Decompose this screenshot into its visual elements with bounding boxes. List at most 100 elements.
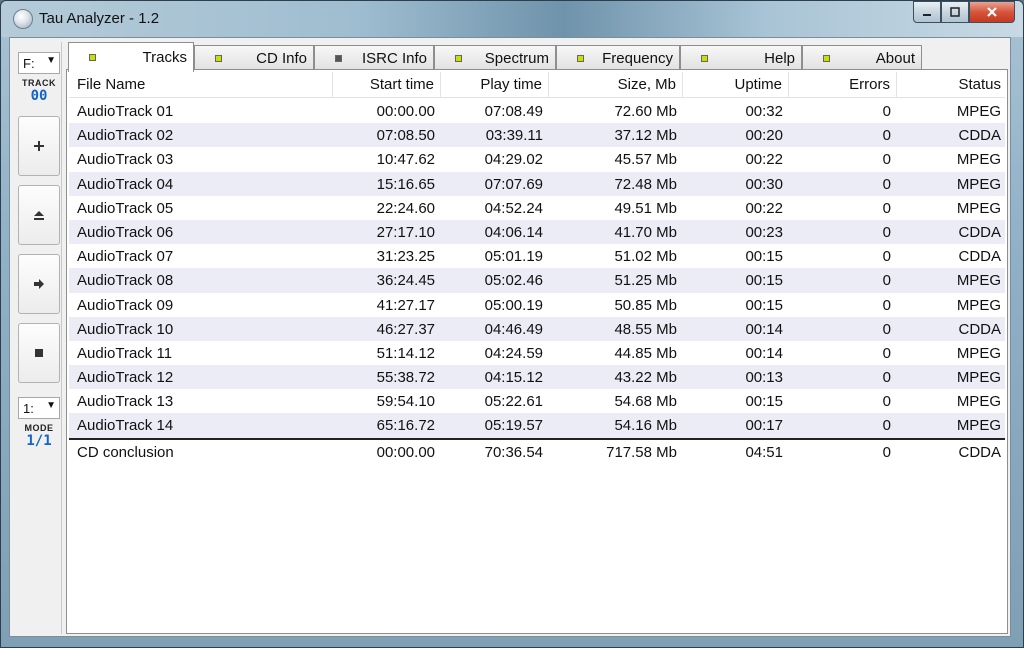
led-icon	[701, 54, 708, 62]
cell-status: MPEG	[956, 393, 1001, 411]
close-button[interactable]	[969, 1, 1015, 23]
table-row[interactable]: AudioTrack 01 00:00.00 07:08.49 72.60 Mb 00:…	[69, 99, 1005, 123]
cell-errors: 0	[882, 175, 891, 193]
chevron-down-icon: ▼	[46, 400, 56, 411]
column-header-uptime[interactable]: Uptime	[683, 72, 789, 98]
tab-label: Spectrum	[484, 49, 549, 67]
cell-file-name: AudioTrack 04	[77, 175, 174, 193]
tab-frequency[interactable]: Frequency	[556, 45, 680, 70]
eject-button[interactable]	[18, 185, 60, 245]
table-row[interactable]: AudioTrack 10 46:27.37 04:46.49 48.55 Mb 00:…	[69, 316, 1005, 341]
cell-errors: 0	[882, 296, 891, 314]
mode-label: MODE	[24, 423, 54, 433]
tab-spectrum[interactable]: Spectrum	[434, 45, 556, 70]
track-label: TRACK	[22, 78, 56, 88]
cell-file-name: AudioTrack 13	[77, 393, 174, 411]
tab-label: ISRC Info	[361, 49, 427, 67]
cell-uptime: 00:15	[745, 296, 783, 314]
led-icon	[335, 54, 342, 62]
tab-isrc-info[interactable]: ISRC Info	[314, 45, 434, 70]
cell-file-name: AudioTrack 11	[77, 344, 173, 362]
table-row[interactable]: AudioTrack 05 22:24.60 04:52.24 49.51 Mb 00:…	[69, 196, 1005, 220]
cell-file-name: AudioTrack 01	[77, 103, 174, 120]
maximize-button[interactable]	[941, 1, 969, 23]
cell-status: MPEG	[956, 296, 1001, 314]
table-row[interactable]: AudioTrack 04 15:16.65 07:07.69 72.48 Mb 00:…	[69, 171, 1005, 196]
stop-icon	[35, 349, 43, 357]
cell-size: 54.16 Mb	[614, 417, 677, 435]
column-header-size[interactable]: Size, Mb	[549, 72, 683, 98]
table-row[interactable]: AudioTrack 14 65:16.72 05:19.57 54.16 Mb 00:…	[69, 413, 1005, 438]
cell-start-time: 65:16.72	[376, 417, 435, 435]
summary-row[interactable]: CD conclusion 00:00.00 70:36.54 717.58 Mb 04…	[69, 437, 1005, 462]
add-button[interactable]	[18, 116, 60, 176]
cell-errors: 0	[882, 417, 891, 435]
cell-size: 50.85 Mb	[614, 296, 677, 314]
table-row[interactable]: AudioTrack 11 51:14.12 04:24.59 44.85 Mb 00:…	[69, 341, 1005, 365]
table-row[interactable]: AudioTrack 09 41:27.17 05:00.19 50.85 Mb 00:…	[69, 293, 1005, 317]
cell-status: MPEG	[956, 344, 1001, 362]
cell-file-name: AudioTrack 05	[77, 199, 174, 217]
cell-errors: 0	[882, 393, 891, 411]
mode-select[interactable]: 1: ▼	[18, 397, 60, 419]
tab-help[interactable]: Help	[680, 45, 802, 70]
eject-icon	[34, 211, 44, 220]
cell-file-name: AudioTrack 10	[77, 320, 174, 338]
close-icon	[987, 7, 997, 17]
cell-status: MPEG	[956, 175, 1001, 193]
table-row[interactable]: AudioTrack 13 59:54.10 05:22.61 54.68 Mb 00:…	[69, 389, 1005, 413]
cell-errors: 0	[882, 369, 891, 387]
client-area: F: ▼ TRACK 00 1: ▼ MODE 1/1 Tracks CD In…	[9, 37, 1011, 637]
column-header-start-time[interactable]: Start time	[333, 72, 441, 98]
column-header-play-time[interactable]: Play time	[441, 72, 549, 98]
mode-value: 1/1	[26, 433, 52, 449]
summary-cell-status: CDDA	[958, 443, 1001, 461]
cell-play-time: 04:29.02	[484, 151, 543, 169]
tab-label: Tracks	[142, 49, 187, 66]
title-bar[interactable]: Tau Analyzer - 1.2	[1, 1, 1023, 37]
cell-uptime: 00:15	[745, 393, 783, 411]
next-button[interactable]	[18, 254, 60, 314]
tab-cd-info[interactable]: CD Info	[194, 45, 314, 70]
cell-play-time: 03:39.11	[485, 127, 543, 145]
minimize-button[interactable]	[913, 1, 941, 23]
cell-start-time: 31:23.25	[376, 248, 435, 266]
table-row[interactable]: AudioTrack 06 27:17.10 04:06.14 41.70 Mb 00:…	[69, 219, 1005, 245]
column-header-status[interactable]: Status	[897, 72, 1005, 98]
summary-cell-file-name: CD conclusion	[77, 443, 174, 461]
cell-errors: 0	[882, 344, 891, 362]
drive-select[interactable]: F: ▼	[18, 52, 60, 74]
cell-uptime: 00:30	[745, 175, 783, 193]
tab-tracks[interactable]: Tracks	[68, 42, 194, 72]
tab-label: Frequency	[602, 49, 673, 67]
column-header-file-name[interactable]: File Name	[69, 72, 333, 98]
tab-label: About	[875, 49, 915, 67]
table-row[interactable]: AudioTrack 07 31:23.25 05:01.19 51.02 Mb 00:…	[69, 244, 1005, 268]
app-window: Tau Analyzer - 1.2 F: ▼ TRACK 00 1: ▼ MO…	[0, 0, 1024, 648]
track-value: 00	[30, 88, 48, 104]
window-controls	[913, 1, 1015, 25]
cell-play-time: 07:07.69	[484, 175, 543, 193]
tab-about[interactable]: About	[802, 45, 922, 70]
cell-uptime: 00:15	[745, 272, 783, 290]
table-row[interactable]: AudioTrack 02 07:08.50 03:39.11 37.12 Mb 00:…	[69, 123, 1005, 148]
table-row[interactable]: AudioTrack 12 55:38.72 04:15.12 43.22 Mb 00:…	[69, 365, 1005, 390]
cell-play-time: 04:06.14	[484, 223, 543, 241]
table-row[interactable]: AudioTrack 08 36:24.45 05:02.46 51.25 Mb 00:…	[69, 268, 1005, 293]
cell-size: 54.68 Mb	[614, 393, 677, 411]
cell-errors: 0	[882, 272, 891, 290]
cell-uptime: 00:14	[745, 344, 783, 362]
tab-bar: Tracks CD Info ISRC Info Spectrum Freque…	[66, 42, 1006, 72]
cell-play-time: 04:52.24	[484, 199, 543, 217]
stop-button[interactable]	[18, 323, 60, 383]
side-toolbar: F: ▼ TRACK 00 1: ▼ MODE 1/1	[14, 42, 62, 634]
plus-icon	[34, 141, 44, 151]
led-icon	[89, 54, 96, 61]
cell-size: 43.22 Mb	[614, 369, 677, 387]
cell-status: MPEG	[956, 369, 1001, 387]
cell-uptime: 00:15	[745, 248, 783, 266]
cell-uptime: 00:14	[745, 320, 783, 338]
table-row[interactable]: AudioTrack 03 10:47.62 04:29.02 45.57 Mb 00:…	[69, 147, 1005, 171]
cell-uptime: 00:23	[745, 223, 783, 241]
column-header-errors[interactable]: Errors	[789, 72, 897, 98]
